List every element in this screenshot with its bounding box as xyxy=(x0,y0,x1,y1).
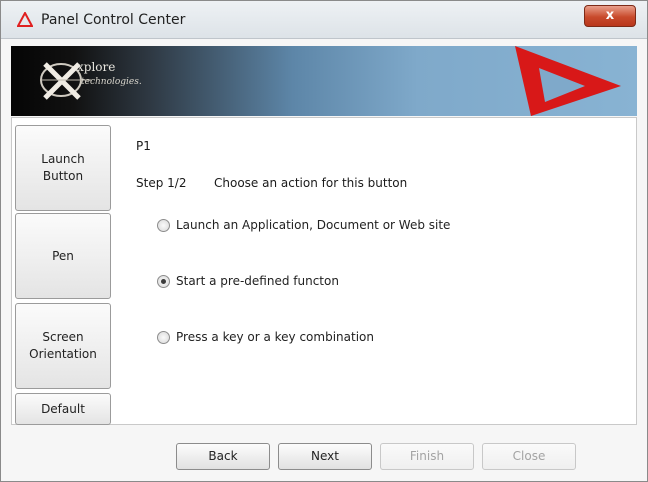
option-key-combination[interactable]: Press a key or a key combination xyxy=(157,330,374,344)
logo-line-2: technologies. xyxy=(81,77,142,87)
sidebar-item-label: Orientation xyxy=(29,347,97,361)
radio-button[interactable] xyxy=(157,218,170,232)
triangle-app-icon xyxy=(17,12,33,27)
step-description: Choose an action for this button xyxy=(214,176,408,190)
sidebar-item-default[interactable]: Default xyxy=(15,393,111,425)
panel-control-center-window: Panel Control Center x xplore technologi… xyxy=(0,0,648,482)
sidebar-item-label: Screen xyxy=(42,330,84,344)
panel-label: P1 xyxy=(136,139,151,153)
red-triangle-graphic-icon xyxy=(515,46,621,116)
sidebar-item-label: Launch xyxy=(41,152,85,166)
option-label: Start a pre-defined functon xyxy=(176,274,339,288)
radio-button[interactable] xyxy=(157,330,170,344)
brand-banner: xplore technologies. xyxy=(11,46,637,116)
close-button[interactable]: Close xyxy=(482,443,576,470)
back-button[interactable]: Back xyxy=(176,443,270,470)
option-label: Launch an Application, Document or Web s… xyxy=(176,218,451,232)
finish-button[interactable]: Finish xyxy=(380,443,474,470)
sidebar-item-pen[interactable]: Pen xyxy=(15,213,111,299)
sidebar-item-label: Pen xyxy=(52,248,74,263)
close-window-button[interactable]: x xyxy=(584,5,636,27)
next-button[interactable]: Next xyxy=(278,443,372,470)
window-title: Panel Control Center xyxy=(41,12,186,28)
sidebar-item-label: Button xyxy=(42,169,84,183)
sidebar-item-screen-orientation[interactable]: Screen Orientation xyxy=(15,303,111,389)
title-bar[interactable]: Panel Control Center x xyxy=(1,1,647,39)
option-predefined-function[interactable]: Start a pre-defined functon xyxy=(157,274,339,288)
logo-line-1: xplore xyxy=(77,60,116,74)
option-label: Press a key or a key combination xyxy=(176,330,374,344)
sidebar-item-label: Default xyxy=(41,401,85,416)
step-indicator: Step 1/2 xyxy=(136,176,187,190)
sidebar-item-launch-button[interactable]: Launch Button xyxy=(15,125,111,211)
option-launch-application[interactable]: Launch an Application, Document or Web s… xyxy=(157,218,450,232)
radio-button-selected[interactable] xyxy=(157,274,170,288)
